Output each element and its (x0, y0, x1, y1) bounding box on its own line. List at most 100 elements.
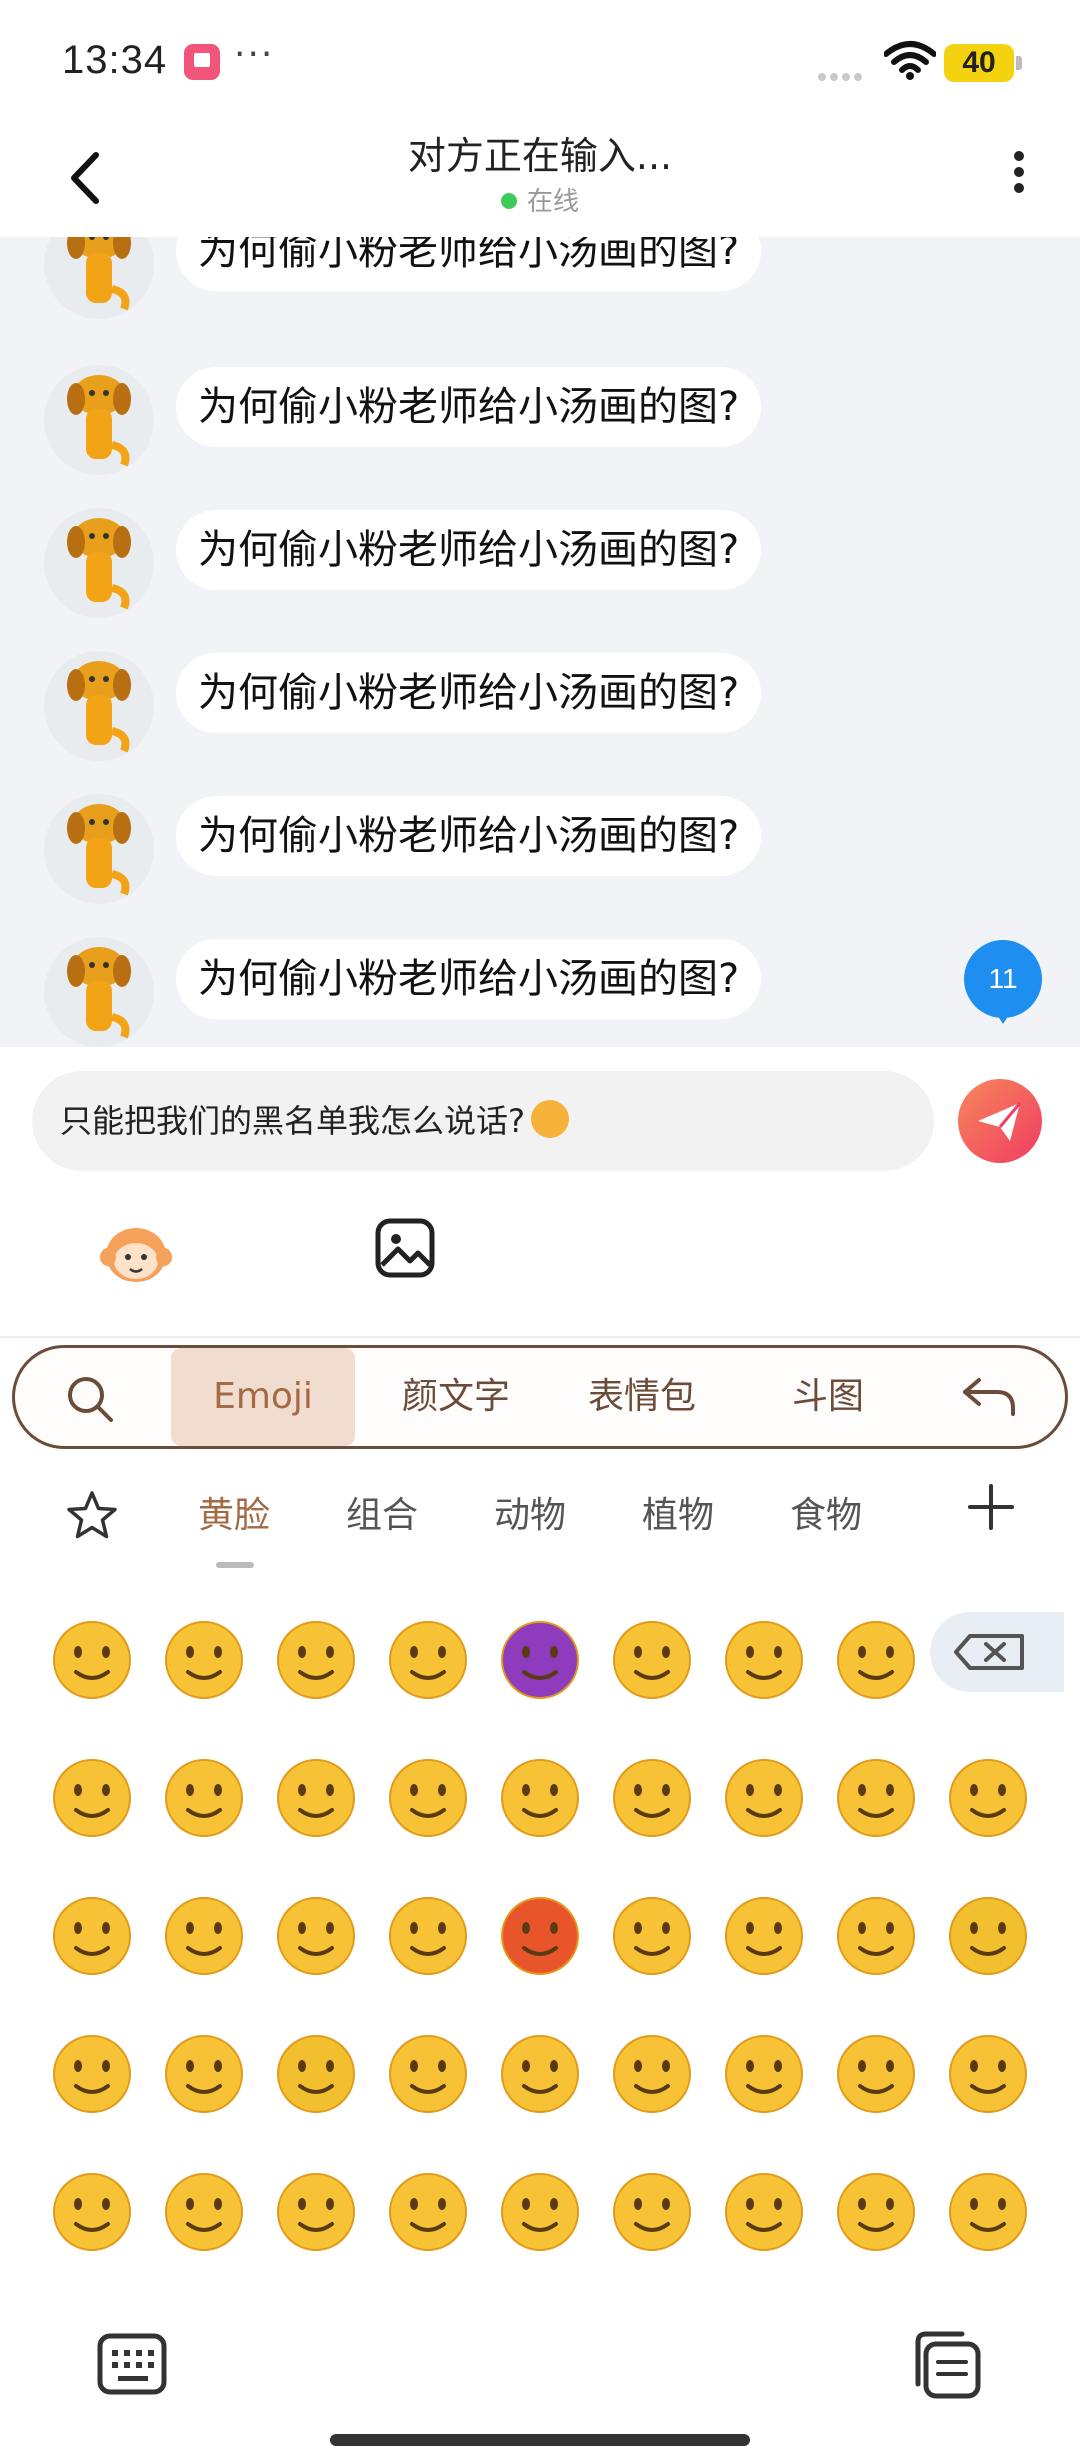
kissing-face-emoji[interactable] (44, 2162, 140, 2258)
angry-face-emoji-icon (531, 1100, 569, 1138)
face-with-rolling-eyes-emoji[interactable] (716, 2162, 812, 2258)
message-bubble[interactable]: 为何偷小粉老师给小汤画的图? (176, 367, 762, 447)
disappointed-face-icon (277, 1897, 355, 1975)
keyboard-icon[interactable] (96, 2330, 168, 2398)
clipboard-icon[interactable] (910, 2328, 984, 2402)
search-icon[interactable] (65, 1374, 115, 1424)
pensive-face-emoji[interactable] (604, 1748, 700, 1844)
face-with-rolling-eyes-icon (725, 2173, 803, 2251)
face-with-tears-of-joy-icon (165, 1621, 243, 1699)
message-bubble[interactable]: 为何偷小粉老师给小汤画的图? (176, 939, 762, 1019)
keyboard-tab-bar: Emoji 颜文字 表情包 斗图 (12, 1345, 1068, 1449)
battery-cap (1016, 56, 1022, 70)
dog-avatar-icon (67, 375, 131, 467)
smiling-face-icon (837, 1621, 915, 1699)
flushed-face-icon (613, 2035, 691, 2113)
smiling-face-with-smiling-eyes-emoji[interactable] (716, 1610, 812, 1706)
delete-key[interactable] (930, 1612, 1064, 1692)
contact-avatar[interactable] (44, 937, 154, 1047)
grinning-face-with-big-eyes-emoji[interactable] (268, 1610, 364, 1706)
unamused-face-emoji[interactable] (380, 1748, 476, 1844)
downcast-face-with-sweat-icon (501, 1759, 579, 1837)
winking-face-with-tongue-emoji[interactable] (44, 1886, 140, 1982)
money-mouth-face-emoji[interactable] (268, 2162, 364, 2258)
tab-sticker-pack[interactable]: 表情包 (557, 1348, 727, 1446)
smiling-face-with-sunglasses-emoji[interactable] (492, 2162, 588, 2258)
category-plants[interactable]: 植物 (642, 1486, 714, 1538)
sad-but-relieved-face-icon (837, 1897, 915, 1975)
anxious-face-with-sweat-emoji[interactable] (268, 2024, 364, 2120)
face-with-medical-mask-emoji[interactable] (716, 2024, 812, 2120)
face-with-tongue-emoji[interactable] (156, 2162, 252, 2258)
category-food[interactable]: 食物 (790, 1486, 862, 1538)
favorites-star-icon[interactable] (64, 1488, 120, 1544)
smiling-face-with-heart-eyes-emoji[interactable] (156, 1748, 252, 1844)
plus-icon[interactable] (966, 1482, 1016, 1532)
sleepy-face-icon (53, 2035, 131, 2113)
online-dot-icon (500, 192, 517, 209)
nerd-face-emoji[interactable] (380, 2162, 476, 2258)
fearful-face-emoji[interactable] (940, 1886, 1036, 1982)
message-bubble[interactable]: 为何偷小粉老师给小汤画的图? (176, 796, 762, 876)
message-bubble[interactable]: 为何偷小粉老师给小汤画的图? (176, 237, 762, 291)
angry-face-emoji[interactable] (380, 1886, 476, 1982)
home-indicator[interactable] (330, 2434, 750, 2446)
smiling-face-with-horns-emoji[interactable] (492, 1610, 588, 1706)
face-screaming-in-fear-emoji[interactable] (380, 2024, 476, 2120)
squinting-face-with-tongue-emoji[interactable] (156, 1886, 252, 1982)
backspace-icon (954, 1634, 1024, 1670)
smirking-face-emoji[interactable] (268, 1748, 364, 1844)
tired-face-emoji[interactable] (716, 1886, 812, 1982)
send-button[interactable] (958, 1079, 1042, 1163)
disappointed-face-emoji[interactable] (268, 1886, 364, 1982)
confounded-face-emoji[interactable] (716, 1748, 812, 1844)
face-savoring-food-emoji[interactable] (940, 2024, 1036, 2120)
message-bubble[interactable]: 为何偷小粉老师给小汤画的图? (176, 510, 762, 590)
category-yellow-face[interactable]: 黄脸 (198, 1486, 270, 1538)
image-picker-icon[interactable] (374, 1217, 436, 1279)
sleepy-face-emoji[interactable] (44, 2024, 140, 2120)
flushed-face-emoji[interactable] (604, 2024, 700, 2120)
kissing-face-with-smiling-eyes-emoji[interactable] (940, 1748, 1036, 1844)
dog-avatar-icon (67, 237, 131, 311)
face-blowing-a-kiss-emoji[interactable] (828, 1748, 924, 1844)
undo-arrow-icon[interactable] (959, 1370, 1019, 1424)
winking-face-icon (613, 1621, 691, 1699)
hugging-face-emoji[interactable] (604, 2162, 700, 2258)
category-combo[interactable]: 组合 (346, 1486, 418, 1538)
unread-count-badge[interactable]: 11 (964, 940, 1042, 1024)
sad-but-relieved-face-emoji[interactable] (828, 1886, 924, 1982)
beaming-face-emoji[interactable] (380, 1610, 476, 1706)
contact-avatar[interactable] (44, 365, 154, 475)
face-with-tears-of-joy-emoji[interactable] (156, 1610, 252, 1706)
paper-plane-icon (978, 1102, 1022, 1141)
contact-avatar[interactable] (44, 651, 154, 761)
weary-face-emoji[interactable] (940, 2162, 1036, 2258)
sticker-monkey-icon[interactable] (96, 1217, 176, 1287)
message-input[interactable]: 只能把我们的黑名单我怎么说话? (32, 1071, 934, 1171)
chat-message-list[interactable]: 为何偷小粉老师给小汤画的图? 为何偷小粉老师给小汤画的图? 为何偷小粉老师给小汤… (0, 237, 1080, 1047)
loudly-crying-face-emoji[interactable] (156, 2024, 252, 2120)
contact-avatar[interactable] (44, 794, 154, 904)
pouting-face-emoji[interactable] (492, 1886, 588, 1982)
more-options-icon[interactable] (1004, 145, 1034, 215)
hushed-face-emoji[interactable] (492, 2024, 588, 2120)
winking-face-emoji[interactable] (604, 1610, 700, 1706)
thinking-face-emoji[interactable] (828, 2162, 924, 2258)
upside-down-face-emoji[interactable] (828, 2024, 924, 2120)
tab-kaomoji[interactable]: 颜文字 (371, 1348, 541, 1446)
downcast-face-with-sweat-emoji[interactable] (492, 1748, 588, 1844)
tab-meme[interactable]: 斗图 (743, 1348, 913, 1446)
relieved-face-emoji[interactable] (44, 1748, 140, 1844)
contact-avatar[interactable] (44, 508, 154, 618)
smiling-face-emoji[interactable] (828, 1610, 924, 1706)
category-animals[interactable]: 动物 (494, 1486, 566, 1538)
message-bubble[interactable]: 为何偷小粉老师给小汤画的图? (176, 653, 762, 733)
contact-avatar[interactable] (44, 237, 154, 319)
loudly-crying-face-icon (165, 2035, 243, 2113)
face-screaming-in-fear-icon (389, 2035, 467, 2113)
tab-emoji[interactable]: Emoji (171, 1348, 355, 1446)
smirking-face-icon (277, 1759, 355, 1837)
grinning-face-with-smiling-eyes-emoji[interactable] (44, 1610, 140, 1706)
crying-face-emoji[interactable] (604, 1886, 700, 1982)
